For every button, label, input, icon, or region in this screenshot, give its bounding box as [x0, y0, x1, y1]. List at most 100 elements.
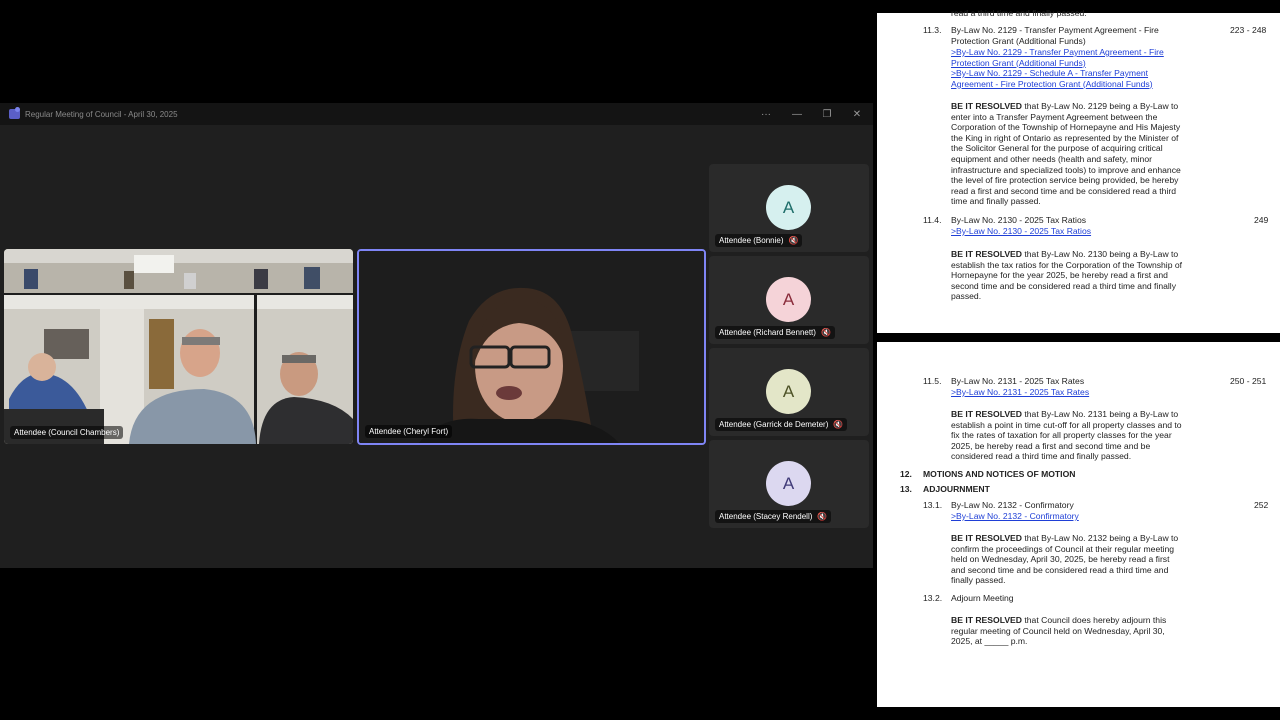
section-title: ADJOURNMENT [923, 484, 990, 494]
resolution-text: BE IT RESOLVED that By-Law No. 2131 bein… [951, 409, 1182, 462]
resolution-bold: BE IT RESOLVED [951, 615, 1022, 625]
participant-tile-bonnie[interactable]: A Attendee (Bonnie) 🔇 [709, 164, 869, 252]
resolution-line: 2025, be hereby read a first and second … [951, 440, 1151, 451]
item-number: 13.2. [923, 593, 943, 603]
resolution-line: BE IT RESOLVED that By-Law No. 2130 bein… [951, 249, 1182, 260]
item-number: 11.4. [923, 215, 942, 225]
page-range: 249 [1254, 215, 1269, 225]
link-line[interactable]: >By-Law No. 2129 - Schedule A - Transfer… [951, 68, 1153, 79]
resolution-line: BE IT RESOLVED that By-Law No. 2132 bein… [951, 533, 1178, 544]
teams-logo-icon [9, 107, 20, 119]
resolution-line: held on Wednesday, April 30, 2025, be he… [951, 554, 1170, 565]
item-title: By-Law No. 2132 - Confirmatory [951, 500, 1074, 510]
avatar: A [766, 461, 811, 506]
resolution-text: BE IT RESOLVED that Council does hereby … [951, 615, 1166, 647]
bylaw-link[interactable]: >By-Law No. 2130 - 2025 Tax Ratios [951, 226, 1091, 237]
avatar: A [766, 369, 811, 414]
participant-name-tag: Attendee (Council Chambers) [10, 426, 124, 439]
window-title: Regular Meeting of Council - April 30, 2… [25, 109, 178, 119]
resolution-line: the Solicitor General for the purpose of… [951, 143, 1163, 154]
avatar-initial: A [782, 197, 795, 217]
mic-off-icon: 🔇 [820, 328, 831, 337]
participant-name: Attendee (Richard Bennett) [719, 328, 816, 337]
page-range: 252 [1254, 500, 1269, 510]
resolution-start: that By-Law No. 2132 being a By-Law to [1022, 533, 1179, 543]
item-title: By-Law No. 2131 - 2025 Tax Rates [951, 376, 1085, 386]
participant-tile-stacey-rendell[interactable]: A Attendee (Stacey Rendell) 🔇 [709, 440, 869, 528]
item-number: 13.1. [923, 500, 943, 510]
resolution-bold: BE IT RESOLVED [951, 409, 1022, 419]
bylaw-link[interactable]: >By-Law No. 2129 - Transfer Payment Agre… [951, 47, 1164, 68]
item-title-line: By-Law No. 2129 - Transfer Payment Agree… [951, 25, 1159, 35]
section-number: 12. [900, 469, 912, 479]
resolution-line: establish the tax ratios for the Corpora… [951, 259, 1183, 270]
participant-name-tag: Attendee (Cheryl Fort) [365, 425, 453, 438]
mic-off-icon: 🔇 [833, 420, 844, 429]
resolution-line: fix the rates of taxation for all proper… [951, 430, 1172, 441]
resolution-bold: BE IT RESOLVED [951, 533, 1022, 543]
resolution-line: 2025, at _____ p.m. [951, 636, 1028, 647]
resolution-line: enter into a Transfer Payment Agreement … [951, 111, 1158, 122]
resolution-line: second time and be considered read a thi… [951, 280, 1177, 291]
item-title: By-Law No. 2130 - 2025 Tax Ratios [951, 215, 1087, 225]
item-number: 11.5. [923, 376, 942, 386]
participant-name: Attendee (Garrick de Demeter) [719, 420, 829, 429]
avatar-initial: A [782, 289, 795, 309]
resolution-start: that By-Law No. 2131 being a By-Law to [1022, 409, 1179, 419]
resolution-text: BE IT RESOLVED that By-Law No. 2130 bein… [951, 249, 1182, 302]
agenda-page-bottom: 11.5. By-Law No. 2131 - 2025 Tax Rates 2… [877, 342, 1280, 707]
mic-off-icon: 🔇 [788, 236, 799, 245]
section-number: 13. [900, 484, 912, 494]
resolution-line: passed. [951, 291, 982, 302]
resolution-start: that By-Law No. 2130 being a By-Law to [1022, 249, 1179, 259]
item-number: 11.3. [923, 25, 942, 35]
resolution-line: establish a point in time cut-off for al… [951, 419, 1182, 430]
avatar-initial: A [782, 473, 795, 493]
resolution-line: time and finally passed. [951, 196, 1041, 207]
participant-tile-richard-bennett[interactable]: A Attendee (Richard Bennett) 🔇 [709, 256, 869, 344]
close-icon[interactable]: ✕ [842, 103, 872, 125]
resolution-start: that By-Law No. 2129 being a By-Law to [1022, 101, 1179, 111]
resolution-line: regular meeting of Council held on Wedne… [951, 625, 1165, 636]
link-line[interactable]: Protection Grant (Additional Funds) [951, 58, 1164, 69]
bylaw-link[interactable]: >By-Law No. 2131 - 2025 Tax Rates [951, 387, 1089, 398]
page-range: 223 - 248 [1230, 25, 1267, 35]
link-line[interactable]: Agreement - Fire Protection Grant (Addit… [951, 79, 1153, 90]
link-line[interactable]: >By-Law No. 2129 - Transfer Payment Agre… [951, 47, 1164, 58]
resolution-bold: BE IT RESOLVED [951, 101, 1022, 111]
agenda-page-top: read a third time and finally passed. 11… [877, 8, 1280, 333]
cut-off-line: read a third time and finally passed. [951, 8, 1087, 18]
resolution-text: BE IT RESOLVED that By-Law No. 2132 bein… [951, 533, 1178, 586]
cheryl-fort-video [359, 251, 704, 443]
item-title-line: Protection Grant (Additional Funds) [951, 35, 1086, 46]
mic-off-icon: 🔇 [817, 512, 828, 521]
item-title: Adjourn Meeting [951, 593, 1014, 603]
resolution-line: and second time and be considered read a… [951, 564, 1169, 575]
resolution-line: Hornepayne for the year 2025, be hereby … [951, 270, 1168, 281]
avatar: A [766, 185, 811, 230]
video-tile-cheryl-fort[interactable]: Attendee (Cheryl Fort) [357, 249, 706, 445]
teams-meeting-window: Regular Meeting of Council - April 30, 2… [0, 103, 873, 568]
video-tile-council-chambers[interactable]: Attendee (Council Chambers) [4, 249, 353, 444]
more-options-icon[interactable]: ··· [751, 103, 781, 125]
title-bar: Regular Meeting of Council - April 30, 2… [0, 103, 873, 125]
resolution-line: considered read a third time and finally… [951, 451, 1132, 462]
participant-tile-garrick-de-demeter[interactable]: A Attendee (Garrick de Demeter) 🔇 [709, 348, 869, 436]
resolution-line: finally passed. [951, 575, 1006, 586]
schedule-link[interactable]: >By-Law No. 2129 - Schedule A - Transfer… [951, 68, 1153, 89]
participant-name-tag: Attendee (Richard Bennett) 🔇 [715, 326, 835, 339]
resolution-bold: BE IT RESOLVED [951, 249, 1022, 259]
resolution-line: the King in right of Ontario as represen… [951, 132, 1179, 143]
participant-name-tag: Attendee (Stacey Rendell) 🔇 [715, 510, 832, 523]
bylaw-link[interactable]: >By-Law No. 2132 - Confirmatory [951, 511, 1079, 522]
section-title: MOTIONS AND NOTICES OF MOTION [923, 469, 1076, 479]
avatar: A [766, 277, 811, 322]
item-title: By-Law No. 2129 - Transfer Payment Agree… [951, 25, 1159, 46]
resolution-line: equipment and other needs (health and sa… [951, 153, 1152, 164]
restore-icon[interactable]: ❐ [812, 103, 842, 125]
resolution-line: Corporation of the Township of Hornepayn… [951, 122, 1181, 133]
minimize-icon[interactable]: — [782, 103, 812, 125]
resolution-text: BE IT RESOLVED that By-Law No. 2129 bein… [951, 101, 1181, 207]
resolution-line: BE IT RESOLVED that By-Law No. 2131 bein… [951, 409, 1182, 420]
participant-name-tag: Attendee (Garrick de Demeter) 🔇 [715, 418, 848, 431]
